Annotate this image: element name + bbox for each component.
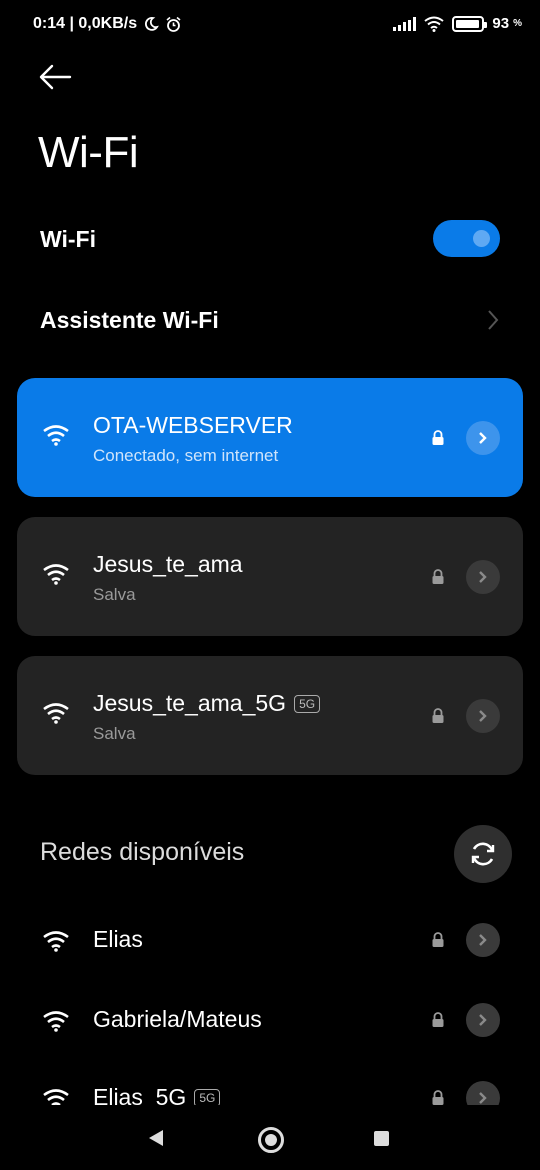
wifi-toggle[interactable] xyxy=(433,220,500,257)
lock-icon xyxy=(432,1090,444,1105)
status-time-speed: 0:14 | 0,0KB/s xyxy=(33,15,138,32)
status-right: 93 % xyxy=(393,15,522,32)
network-details-button[interactable] xyxy=(466,1003,500,1037)
wifi-icon xyxy=(43,425,69,446)
band-badge: 5G xyxy=(194,1088,221,1105)
battery-percent: 93 xyxy=(492,15,510,32)
network-name-text: Elias xyxy=(93,926,143,952)
network-name: OTA-WEBSERVER xyxy=(93,412,293,439)
toggle-knob xyxy=(473,230,490,247)
lock-icon xyxy=(432,708,444,723)
network-card-saved[interactable]: Jesus_te_ama Salva xyxy=(17,517,523,636)
wifi-icon xyxy=(43,1089,69,1105)
status-left: 0:14 | 0,0KB/s xyxy=(33,15,182,33)
network-details-button[interactable] xyxy=(466,1081,500,1105)
lock-icon xyxy=(432,569,444,584)
band-badge: 5G xyxy=(294,694,321,713)
network-status: Salva xyxy=(93,585,136,604)
network-name-text: OTA-WEBSERVER xyxy=(93,412,293,438)
signal-icon xyxy=(393,16,417,31)
back-button[interactable] xyxy=(38,62,78,98)
status-bar: 0:14 | 0,0KB/s 93 % xyxy=(0,0,540,50)
network-name: Elias xyxy=(93,926,143,953)
chevron-right-icon xyxy=(488,310,499,330)
network-name-text: Elias_5G xyxy=(93,1084,187,1105)
page-title: Wi-Fi xyxy=(38,128,139,177)
network-details-button[interactable] xyxy=(466,699,500,733)
network-name-text: Gabriela/Mateus xyxy=(93,1006,262,1032)
wifi-icon xyxy=(43,931,69,952)
scroll-content[interactable]: 0:14 | 0,0KB/s 93 % Wi-Fi Wi-Fi Assisten… xyxy=(0,0,540,1105)
network-name: Gabriela/Mateus xyxy=(93,1006,262,1033)
wifi-icon xyxy=(43,703,69,724)
wifi-status-icon xyxy=(424,16,445,32)
wifi-icon xyxy=(43,564,69,585)
network-name-text: Jesus_te_ama xyxy=(93,551,243,577)
available-network-row[interactable]: Elias xyxy=(0,910,540,970)
battery-icon xyxy=(452,15,488,32)
network-name-text: Jesus_te_ama_5G xyxy=(93,690,287,716)
home-dot-icon xyxy=(265,1134,277,1146)
chevron-right-icon xyxy=(479,432,487,444)
wifi-toggle-label: Wi-Fi xyxy=(40,226,96,252)
alarm-icon xyxy=(166,16,181,32)
assistant-wifi-row[interactable]: Assistente Wi-Fi xyxy=(40,307,510,337)
network-name: Jesus_te_ama xyxy=(93,551,243,578)
network-name: Jesus_te_ama_5G 5G xyxy=(93,690,321,717)
wifi-icon xyxy=(43,1011,69,1032)
refresh-icon xyxy=(471,842,495,866)
lock-icon xyxy=(432,430,444,445)
nav-recents-button[interactable] xyxy=(374,1131,389,1146)
network-details-button[interactable] xyxy=(466,560,500,594)
lock-icon xyxy=(432,1012,444,1027)
network-status: Salva xyxy=(93,724,136,743)
available-networks-title: Redes disponíveis xyxy=(40,838,245,866)
refresh-button[interactable] xyxy=(454,825,512,883)
nav-back-triangle-icon[interactable] xyxy=(148,1129,164,1147)
network-status: Conectado, sem internet xyxy=(93,446,279,465)
chevron-right-icon xyxy=(479,710,487,722)
nav-home-button[interactable] xyxy=(258,1127,284,1153)
available-network-row[interactable]: Gabriela/Mateus xyxy=(0,990,540,1050)
navigation-bar xyxy=(0,1105,540,1170)
chevron-right-icon xyxy=(479,571,487,583)
battery-percent-unit: % xyxy=(513,18,522,29)
available-network-row[interactable]: Elias_5G 5G xyxy=(0,1068,540,1105)
chevron-right-icon xyxy=(479,1092,487,1104)
screen: 0:14 | 0,0KB/s 93 % Wi-Fi Wi-Fi Assisten… xyxy=(0,0,540,1170)
chevron-right-icon xyxy=(479,1014,487,1026)
network-details-button[interactable] xyxy=(466,421,500,455)
network-name: Elias_5G 5G xyxy=(93,1084,221,1105)
network-card-connected[interactable]: OTA-WEBSERVER Conectado, sem internet xyxy=(17,378,523,497)
chevron-right-icon xyxy=(479,934,487,946)
network-card-saved[interactable]: Jesus_te_ama_5G 5G Salva xyxy=(17,656,523,775)
moon-icon xyxy=(145,17,159,31)
lock-icon xyxy=(432,932,444,947)
network-details-button[interactable] xyxy=(466,923,500,957)
arrow-left-icon xyxy=(39,64,72,90)
